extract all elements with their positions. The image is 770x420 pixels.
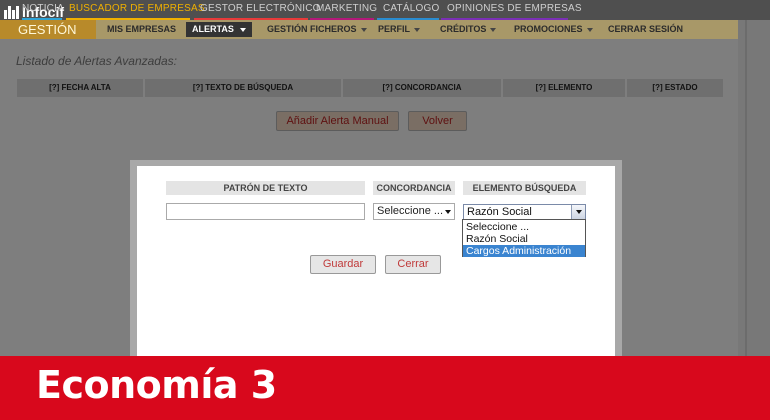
header-concordancia: CONCORDANCIA bbox=[373, 181, 455, 195]
subnav-gestion-ficheros[interactable]: Gestión ficheros bbox=[267, 22, 367, 37]
subnav-label: Perfil bbox=[378, 24, 411, 34]
subnav-label: Promociones bbox=[514, 24, 583, 34]
concordancia-select[interactable]: Seleccione ... bbox=[373, 203, 455, 220]
column-header-concordancia[interactable]: [?] CONCORDANCIA bbox=[343, 79, 501, 97]
column-header-estado[interactable]: [?] ESTADO bbox=[627, 79, 723, 97]
chevron-down-icon bbox=[586, 27, 593, 32]
alert-modal bbox=[137, 166, 615, 360]
subnav-mis-empresas[interactable]: Mis empresas bbox=[107, 22, 176, 37]
nav-label: Buscador de empresas bbox=[69, 3, 205, 14]
nav-catalogo[interactable]: Catálogo bbox=[383, 0, 439, 18]
dropdown-button-icon[interactable] bbox=[571, 205, 585, 219]
subnav-cerrar-sesion[interactable]: Cerrar sesión bbox=[608, 22, 683, 37]
subnav-perfil[interactable]: Perfil bbox=[378, 22, 421, 37]
nav-marketing[interactable]: Marketing bbox=[316, 0, 377, 18]
elemento-dropdown-list: Seleccione ... Razón Social Cargos Admin… bbox=[462, 219, 586, 257]
subnav-creditos[interactable]: Créditos bbox=[440, 22, 497, 37]
subnav-alertas[interactable]: Alertas bbox=[186, 22, 252, 37]
column-header-texto-busqueda[interactable]: [?] TEXTO DE BÚSQUEDA bbox=[145, 79, 341, 97]
top-nav: Infocif Noticias Buscador de empresas Ge… bbox=[0, 0, 770, 20]
subnav-label: Gestión ficheros bbox=[267, 24, 357, 34]
chevron-down-icon bbox=[414, 27, 421, 32]
subnav-label: Mis empresas bbox=[107, 24, 177, 34]
section-gestion: Gestión bbox=[0, 20, 96, 39]
elemento-select[interactable]: Razón Social bbox=[463, 204, 586, 220]
nav-gestor-electronico[interactable]: Gestor electrónico bbox=[200, 0, 321, 18]
save-button[interactable]: Guardar bbox=[310, 255, 376, 274]
logo-bars-icon bbox=[4, 5, 19, 19]
chevron-down-icon bbox=[360, 27, 367, 32]
subnav-label: Cerrar sesión bbox=[608, 24, 684, 34]
option-razon-social[interactable]: Razón Social bbox=[463, 233, 585, 245]
nav-label: Opiniones de empresas bbox=[447, 3, 582, 14]
back-button[interactable]: Volver bbox=[408, 111, 467, 131]
concordancia-value: Seleccione ... bbox=[377, 205, 444, 217]
chevron-down-icon bbox=[445, 210, 451, 214]
nav-opiniones-empresas[interactable]: Opiniones de empresas bbox=[447, 0, 582, 18]
subnav-label: Créditos bbox=[440, 24, 487, 34]
column-header-fecha-alta[interactable]: [?] FECHA ALTA bbox=[17, 79, 143, 97]
dropdown-arrow-icon bbox=[239, 27, 246, 32]
nav-label: Noticias bbox=[22, 3, 62, 14]
list-title: Listado de Alertas Avanzadas: bbox=[16, 54, 177, 68]
elemento-value: Razón Social bbox=[467, 206, 532, 218]
chevron-down-icon bbox=[490, 27, 497, 32]
sub-nav: Gestión Mis empresas Alertas Gestión fic… bbox=[0, 20, 738, 39]
column-header-elemento[interactable]: [?] ELEMENTO bbox=[503, 79, 625, 97]
header-patron-texto: PATRÓN DE TEXTO bbox=[166, 181, 365, 195]
nav-buscador-empresas[interactable]: Buscador de empresas bbox=[69, 0, 205, 18]
header-elemento-busqueda: ELEMENTO BÚSQUEDA bbox=[463, 181, 586, 195]
subnav-promociones[interactable]: Promociones bbox=[514, 22, 593, 37]
nav-label: Marketing bbox=[316, 3, 378, 14]
nav-label: Gestor electrónico bbox=[200, 3, 321, 14]
add-manual-alert-button[interactable]: Añadir Alerta Manual bbox=[276, 111, 399, 131]
option-seleccione[interactable]: Seleccione ... bbox=[463, 221, 585, 233]
text-pattern-input[interactable] bbox=[166, 203, 365, 220]
banner-logo-text: Economía 3 bbox=[36, 363, 277, 407]
nav-label: Catálogo bbox=[383, 3, 440, 14]
nav-noticias[interactable]: Noticias bbox=[22, 0, 62, 18]
option-cargos-administracion[interactable]: Cargos Administración bbox=[463, 245, 585, 257]
subnav-label: Alertas bbox=[192, 24, 234, 34]
close-button[interactable]: Cerrar bbox=[385, 255, 441, 274]
